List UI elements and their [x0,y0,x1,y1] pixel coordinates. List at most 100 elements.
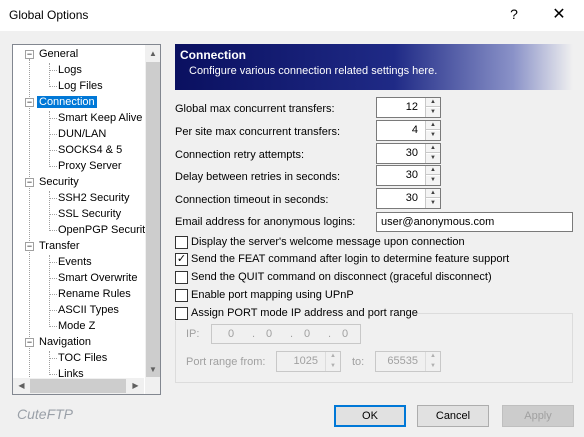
upnp-checkbox[interactable] [175,289,188,302]
tree-connector [49,150,57,151]
per-site-label: Per site max concurrent transfers: [175,126,341,138]
per-site-stepper[interactable]: 4 ▲ ▼ [376,120,441,141]
ok-button[interactable]: OK [334,405,406,427]
tree-connector [49,166,57,167]
scroll-thumb[interactable] [146,62,160,377]
scroll-down-icon[interactable]: ▼ [145,361,160,378]
ip-octet-2[interactable]: 0 [266,328,272,340]
feat-checkbox-label[interactable]: Send the FEAT command after login to det… [191,253,509,265]
tree-item-dun-lan[interactable]: DUN/LAN [58,127,106,143]
increment-icon[interactable]: ▲ [326,352,340,361]
tree-connector [49,230,57,231]
increment-icon[interactable]: ▲ [426,144,440,153]
close-button[interactable]: ✕ [544,4,574,24]
max-transfers-value[interactable]: 12 [406,101,418,113]
panel-title: Connection [180,48,246,62]
tree-content: − General Logs Log Files − Connection Sm… [13,45,151,394]
ip-octet-4[interactable]: 0 [342,328,348,340]
decrement-icon[interactable]: ▼ [326,362,340,371]
tree-item-events[interactable]: Events [58,255,92,271]
decrement-icon[interactable]: ▼ [426,176,440,185]
tree-item-navigation[interactable]: Navigation [39,335,91,351]
tree-item-mode-z[interactable]: Mode Z [58,319,95,335]
timeout-value[interactable]: 30 [406,192,418,204]
decrement-icon[interactable]: ▼ [426,108,440,117]
tree-item-proxy-server[interactable]: Proxy Server [58,159,122,175]
increment-icon[interactable]: ▲ [426,352,440,361]
scroll-right-icon[interactable]: ▶ [127,378,144,394]
welcome-checkbox-label[interactable]: Display the server's welcome message upo… [191,236,465,248]
quit-checkbox-label[interactable]: Send the QUIT command on disconnect (gra… [191,271,492,283]
tree-item-ssl-security[interactable]: SSL Security [58,207,121,223]
collapse-icon[interactable]: − [25,242,34,251]
port-range-from-stepper[interactable]: 1025 ▲ ▼ [276,351,341,372]
collapse-icon[interactable]: − [25,98,34,107]
scroll-thumb[interactable] [30,379,126,393]
delay-value[interactable]: 30 [406,169,418,181]
ip-address-field[interactable]: 0 . 0 . 0 . 0 [211,324,361,344]
tree-item-ascii-types[interactable]: ASCII Types [58,303,119,319]
timeout-stepper[interactable]: 30 ▲ ▼ [376,188,441,209]
cancel-button[interactable]: Cancel [417,405,489,427]
tree-item-log-files[interactable]: Log Files [58,79,103,95]
port-checkbox-label[interactable]: Assign PORT mode IP address and port ran… [191,307,418,319]
tree-item-logs[interactable]: Logs [58,63,82,79]
tree-item-socks[interactable]: SOCKS4 & 5 [58,143,122,159]
retry-value[interactable]: 30 [406,147,418,159]
scroll-left-icon[interactable]: ◀ [13,378,30,394]
tree-connector [49,86,57,87]
tree-item-connection[interactable]: Connection [37,95,97,111]
tree-vertical-scrollbar[interactable]: ▲ ▼ [145,45,160,394]
help-button[interactable]: ? [506,6,522,22]
tree-item-rename-rules[interactable]: Rename Rules [58,287,131,303]
port-checkbox[interactable] [175,307,188,320]
increment-icon[interactable]: ▲ [426,98,440,107]
decrement-icon[interactable]: ▼ [426,199,440,208]
tree-connector [49,255,50,325]
email-field[interactable] [376,212,573,232]
ip-octet-3[interactable]: 0 [304,328,310,340]
tree-item-openpgp-security[interactable]: OpenPGP Security [58,223,151,239]
email-input[interactable] [377,213,572,231]
max-transfers-stepper[interactable]: 12 ▲ ▼ [376,97,441,118]
decrement-icon[interactable]: ▼ [426,362,440,371]
port-checkbox-row[interactable]: Assign PORT mode IP address and port ran… [175,306,418,321]
port-range-from-value[interactable]: 1025 [294,355,318,367]
delay-stepper[interactable]: 30 ▲ ▼ [376,165,441,186]
tree-item-security[interactable]: Security [39,175,79,191]
upnp-checkbox-label[interactable]: Enable port mapping using UPnP [191,289,354,301]
increment-icon[interactable]: ▲ [426,121,440,130]
tree-connector [49,63,50,85]
tree-connector [49,134,57,135]
collapse-icon[interactable]: − [25,178,34,187]
welcome-checkbox[interactable] [175,236,188,249]
window-title: Global Options [9,8,89,22]
tree-item-smart-overwrite[interactable]: Smart Overwrite [58,271,137,287]
decrement-icon[interactable]: ▼ [426,154,440,163]
per-site-value[interactable]: 4 [412,124,418,136]
tree-horizontal-scrollbar[interactable]: ◀ ▶ [13,378,144,394]
tree-item-general[interactable]: General [39,47,78,63]
increment-icon[interactable]: ▲ [426,189,440,198]
apply-button[interactable]: Apply [502,405,574,427]
collapse-icon[interactable]: − [25,338,34,347]
retry-stepper[interactable]: 30 ▲ ▼ [376,143,441,164]
port-range-to-stepper[interactable]: 65535 ▲ ▼ [375,351,441,372]
collapse-icon[interactable]: − [25,50,34,59]
ip-label: IP: [186,328,200,340]
scroll-up-icon[interactable]: ▲ [145,45,160,62]
panel-subtitle: Configure various connection related set… [189,65,438,77]
quit-checkbox[interactable] [175,271,188,284]
tree-item-ssh2-security[interactable]: SSH2 Security [58,191,130,207]
increment-icon[interactable]: ▲ [426,166,440,175]
feat-checkbox[interactable]: ✓ [175,253,188,266]
email-label: Email address for anonymous logins: [175,216,356,228]
ip-octet-1[interactable]: 0 [228,328,234,340]
port-range-to-value[interactable]: 65535 [387,355,418,367]
tree-item-toc-files[interactable]: TOC Files [58,351,107,367]
decrement-icon[interactable]: ▼ [426,131,440,140]
delay-label: Delay between retries in seconds: [175,171,341,183]
tree-item-smart-keep-alive[interactable]: Smart Keep Alive [58,111,142,127]
options-tree[interactable]: − General Logs Log Files − Connection Sm… [12,44,161,395]
tree-item-transfer[interactable]: Transfer [39,239,80,255]
